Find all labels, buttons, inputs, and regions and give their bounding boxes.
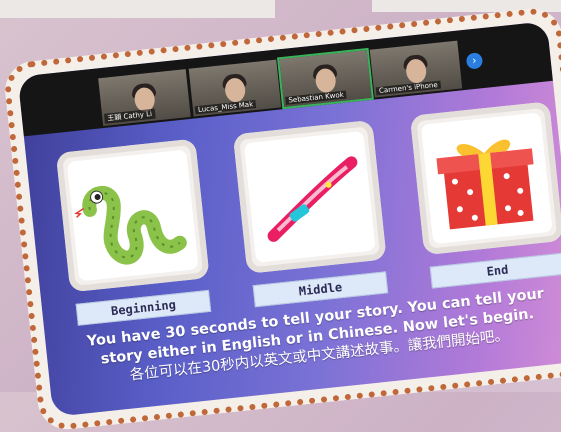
participant-tile[interactable]: Carmen's iPhone [369,40,463,98]
slide-illustration [267,156,358,242]
card-label-end: End [429,252,561,289]
participant-name: Lucas_Miss Mak [194,99,257,115]
participant-tile-active[interactable]: Sebastian Kwok [277,47,374,110]
story-card-middle [232,119,387,274]
story-card-beginning [55,138,210,293]
participant-tile[interactable]: Lucas_Miss Mak [188,59,282,117]
slide: 王穎 Cathy Li Lucas_Miss Mak Sebastian Kwo… [17,21,561,417]
background-panel-left [0,0,275,18]
participant-name: Carmen's iPhone [375,80,442,96]
participant-name: 王穎 Cathy Li [103,108,156,124]
participant-name: Sebastian Kwok [285,90,348,105]
presentation-frame: 王穎 Cathy Li Lucas_Miss Mak Sebastian Kwo… [2,5,561,432]
participant-tile[interactable]: 王穎 Cathy Li [98,69,191,127]
snake-illustration [74,185,187,265]
story-card-end [409,101,561,256]
card-label-middle: Middle [252,271,389,308]
card-label-beginning: Beginning [75,289,212,326]
chevron-right-icon[interactable]: › [465,52,484,70]
gift-box-illustration [436,139,534,230]
